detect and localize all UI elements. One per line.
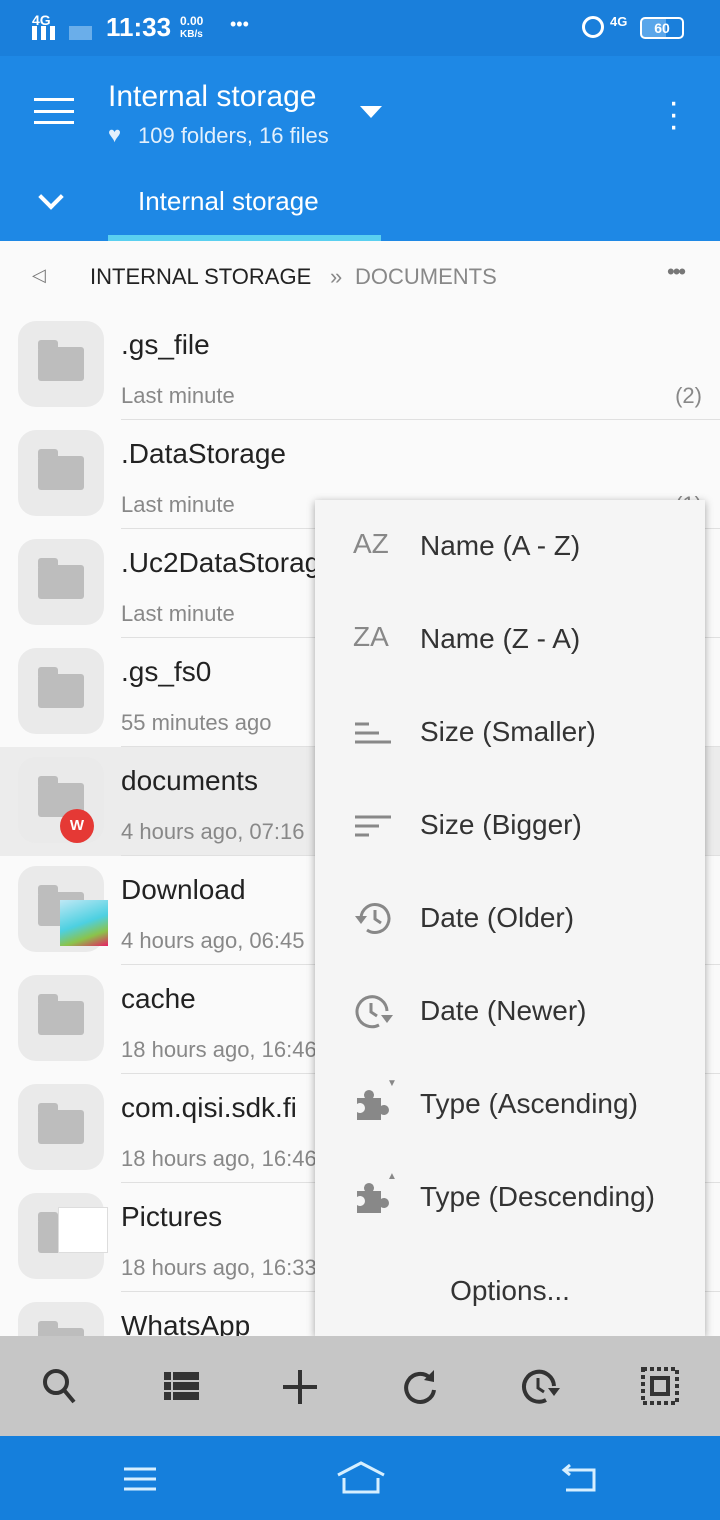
add-icon[interactable]: [276, 1362, 324, 1410]
item-count: (2): [675, 383, 702, 408]
sort-za-icon: ZA: [353, 621, 389, 652]
tab-internal-storage[interactable]: Internal storage: [108, 182, 381, 241]
speed-unit: KB/s: [180, 29, 203, 40]
sort-menu-item[interactable]: ▼ Type (Ascending): [315, 1058, 705, 1151]
file-name: cache: [121, 983, 196, 1014]
sort-menu-item[interactable]: Size (Bigger): [315, 779, 705, 872]
folder-icon: [18, 321, 104, 407]
sort-az-icon: AZ: [353, 528, 389, 559]
sort-label: Type (Descending): [420, 1181, 656, 1212]
sort-menu-item[interactable]: AZ Name (A - Z): [315, 500, 705, 593]
breadcrumb-internal-storage[interactable]: INTERNAL STORAGE: [90, 264, 311, 290]
puzzle-icon: ▲: [353, 1171, 397, 1215]
file-date: 18 hours ago, 16:33: [121, 1255, 317, 1280]
file-row[interactable]: .gs_file Last minute (2): [0, 311, 720, 420]
sort-menu-item[interactable]: Size (Smaller): [315, 686, 705, 779]
file-date: Last minute: [121, 492, 235, 517]
image-thumbnail: [60, 900, 108, 946]
history-icon: [353, 900, 397, 936]
menu-icon[interactable]: [34, 98, 74, 124]
size-big-icon: [353, 807, 397, 843]
back-triangle-icon[interactable]: ◁: [32, 265, 46, 286]
folder-icon: [18, 648, 104, 734]
file-date: 4 hours ago, 06:45: [121, 928, 305, 953]
sort-label: Size (Bigger): [420, 809, 582, 840]
size-small-icon: [353, 714, 397, 750]
network2-label: 4G: [610, 14, 628, 29]
sort-label: Size (Smaller): [420, 716, 596, 747]
tab-label: Internal storage: [138, 186, 319, 216]
breadcrumb-more-icon[interactable]: •••: [667, 259, 686, 285]
storage-title[interactable]: Internal storage: [108, 80, 316, 114]
document-thumbnail: [58, 1207, 108, 1253]
puzzle-icon: ▼: [353, 1078, 397, 1122]
breadcrumb-documents[interactable]: DOCUMENTS: [355, 264, 497, 290]
sort-label: Name (Z - A): [420, 623, 581, 654]
options-label: Options...: [450, 1275, 570, 1306]
select-all-icon[interactable]: [636, 1362, 684, 1410]
file-date: Last minute: [121, 383, 235, 408]
bottom-toolbar: [0, 1336, 720, 1436]
file-name: .gs_fs0: [121, 656, 212, 687]
file-date: 18 hours ago, 16:46: [121, 1146, 317, 1171]
search-icon[interactable]: [36, 1362, 84, 1410]
file-name: .gs_file: [121, 329, 210, 360]
status-bar: 4G 11:33 0.00 KB/s ••• 4G 60: [0, 0, 720, 56]
storage-subtitle: 109 folders, 16 files: [138, 123, 329, 148]
sort-menu: Options... AZ Name (A - Z) ZA Name (Z - A) S…: [315, 500, 705, 1336]
breadcrumb: ◁ INTERNAL STORAGE » DOCUMENTS •••: [0, 241, 720, 311]
clock-sort-icon[interactable]: [516, 1362, 564, 1410]
sort-menu-item[interactable]: ▲ Type (Descending): [315, 1151, 705, 1244]
file-date: 55 minutes ago: [121, 710, 272, 735]
list-view-icon[interactable]: [157, 1362, 205, 1410]
file-name: .Uc2DataStorage: [121, 547, 336, 578]
file-date: 4 hours ago, 07:16: [121, 819, 305, 844]
file-name: .DataStorage: [121, 438, 286, 469]
alarm-icon: [582, 16, 604, 38]
folder-icon: [18, 1084, 104, 1170]
dropdown-icon[interactable]: [360, 106, 382, 118]
sort-menu-item[interactable]: Date (Newer): [315, 965, 705, 1058]
file-name: Download: [121, 874, 246, 905]
system-nav-bar: [0, 1436, 720, 1520]
sort-label: Date (Newer): [420, 995, 587, 1026]
sort-label: Type (Ascending): [420, 1088, 638, 1119]
home-icon[interactable]: [334, 1460, 388, 1496]
signal-icon: [32, 26, 92, 40]
folder-icon: [18, 975, 104, 1061]
heart-icon: ♥: [108, 122, 122, 147]
file-name: documents: [121, 765, 258, 796]
sort-label: Date (Older): [420, 902, 575, 933]
options-menu-item[interactable]: Options...: [315, 1245, 705, 1338]
more-notifications-icon: •••: [230, 14, 249, 34]
refresh-icon[interactable]: [396, 1362, 444, 1410]
breadcrumb-separator: »: [330, 264, 343, 289]
recents-icon[interactable]: [120, 1464, 160, 1494]
chevron-down-icon[interactable]: [38, 184, 64, 210]
sort-menu-item[interactable]: ZA Name (Z - A): [315, 593, 705, 686]
sort-menu-item[interactable]: Date (Older): [315, 872, 705, 965]
file-date: Last minute: [121, 601, 235, 626]
back-icon[interactable]: [560, 1462, 600, 1494]
battery-icon: 60: [640, 17, 684, 39]
folder-icon: [18, 539, 104, 625]
clock: 11:33: [106, 12, 172, 42]
app-bar: Internal storage ♥ 109 folders, 16 files…: [0, 56, 720, 241]
speed: 0.00: [180, 14, 204, 28]
wps-badge-icon: W: [60, 809, 94, 843]
overflow-menu-icon[interactable]: · · ·: [668, 85, 679, 143]
folder-icon: [18, 430, 104, 516]
sort-label: Name (A - Z): [420, 530, 581, 561]
file-name: com.qisi.sdk.fi: [121, 1092, 297, 1123]
file-date: 18 hours ago, 16:46: [121, 1037, 317, 1062]
clock-forward-icon: [353, 993, 397, 1029]
file-name: Pictures: [121, 1201, 223, 1232]
